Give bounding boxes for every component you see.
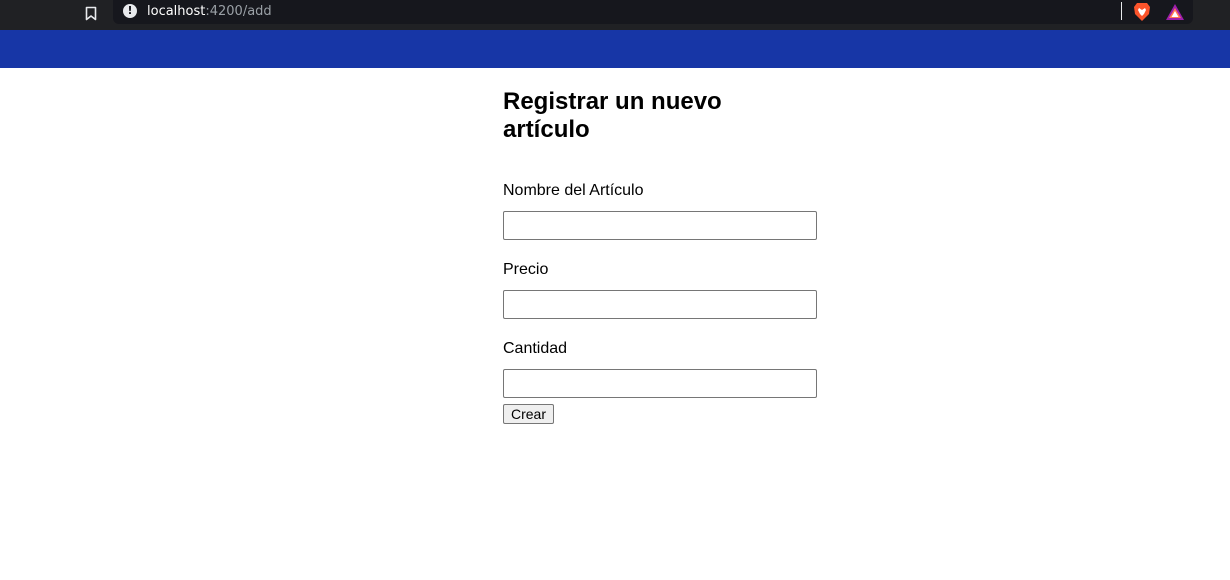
bookmark-icon[interactable]	[78, 2, 104, 24]
price-label: Precio	[503, 261, 549, 278]
brave-shields-icon[interactable]	[1131, 1, 1153, 23]
url-path: :4200/add	[205, 4, 272, 19]
site-info-icon[interactable]: !	[123, 4, 137, 18]
add-article-form: Registrar un nuevo artículo Nombre del A…	[503, 88, 823, 424]
address-bar[interactable]: ! localhost:4200/add	[113, 0, 1193, 24]
url-host: localhost	[147, 4, 206, 19]
brave-rewards-icon[interactable]	[1164, 2, 1186, 22]
url-text[interactable]: localhost:4200/add	[147, 3, 272, 20]
app-header-bar	[0, 30, 1230, 68]
quantity-input[interactable]	[503, 369, 817, 398]
page-title: Registrar un nuevo artículo	[503, 88, 722, 143]
create-button[interactable]: Crear	[503, 404, 555, 424]
quantity-label: Cantidad	[503, 340, 568, 357]
price-input[interactable]	[503, 290, 817, 319]
article-name-input[interactable]	[503, 211, 817, 240]
browser-toolbar: ! localhost:4200/add	[0, 0, 1230, 30]
address-bar-divider	[1121, 2, 1122, 20]
article-name-label: Nombre del Artículo	[503, 182, 644, 199]
